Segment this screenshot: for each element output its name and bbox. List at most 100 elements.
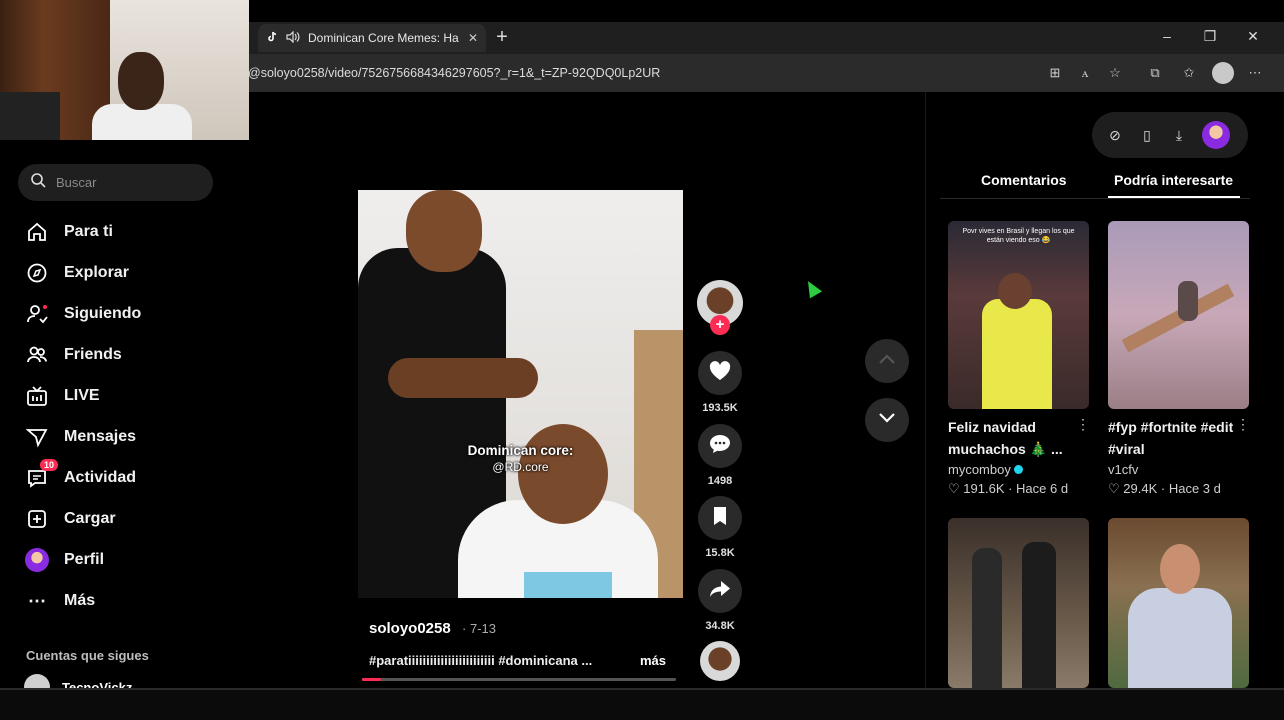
following-section-title: Cuentas que sigues: [26, 648, 149, 663]
video-caption-line: Dominican core:: [467, 443, 574, 458]
url-field[interactable]: @soloyo0258/video/7526756684346297605?_r…: [248, 66, 660, 80]
comment-count: 1498: [707, 475, 733, 487]
nav-item-mensajes[interactable]: Mensajes: [24, 424, 136, 450]
video-progress-bar[interactable]: [362, 678, 676, 681]
share-count: 34.8K: [705, 620, 735, 632]
restore-button[interactable]: ❐: [1200, 28, 1220, 45]
heart-icon: [709, 360, 731, 386]
like-button[interactable]: [698, 351, 742, 395]
messages-icon: [24, 424, 50, 450]
new-tab-button[interactable]: +: [492, 27, 512, 48]
search-icon: [30, 172, 46, 193]
card-age: Hace 6 d: [1016, 481, 1069, 496]
video-player[interactable]: Dominican core: @RD.core: [358, 190, 683, 598]
video-thumbnail[interactable]: Povr vives en Brasil y llegan los que es…: [948, 221, 1089, 409]
nav-label: LIVE: [64, 387, 100, 404]
heart-outline-icon: ♡: [948, 481, 960, 496]
card-menu-icon[interactable]: ⋮: [1076, 416, 1090, 433]
favorite-star-icon[interactable]: ☆: [1106, 64, 1124, 82]
activity-icon: 10: [24, 459, 59, 491]
card-title[interactable]: #fyp #fortnite #edit #viral: [1108, 416, 1236, 460]
profile-avatar: [24, 547, 50, 573]
follow-plus-button[interactable]: +: [710, 315, 730, 335]
verified-icon: [1013, 465, 1023, 474]
video-man-head: [406, 190, 482, 272]
thumbnail-figure: [1022, 542, 1056, 688]
tab-podria-interesarte[interactable]: Podría interesarte: [1114, 172, 1233, 188]
video-thumbnail[interactable]: [948, 518, 1089, 688]
upload-icon: [24, 506, 50, 532]
nav-item-live[interactable]: LIVE: [24, 383, 100, 409]
tab-close-icon[interactable]: ✕: [468, 31, 478, 45]
save-button[interactable]: [698, 496, 742, 540]
download-icon[interactable]: ⤓: [1170, 126, 1188, 144]
next-video-button[interactable]: [865, 398, 909, 442]
nav-item-friends[interactable]: Friends: [24, 342, 122, 368]
video-cup: [524, 572, 612, 598]
share-button[interactable]: [698, 569, 742, 613]
close-window-button[interactable]: ✕: [1243, 28, 1263, 45]
tab-comentarios[interactable]: Comentarios: [981, 172, 1067, 188]
nav-label: Siguiendo: [64, 305, 142, 322]
mouse-cursor: [801, 277, 823, 299]
nav-label: Explorar: [64, 264, 129, 281]
nav-item-explorar[interactable]: Explorar: [24, 260, 129, 286]
minimize-button[interactable]: –: [1157, 28, 1177, 44]
search-input[interactable]: Buscar: [18, 164, 213, 201]
card-menu-icon[interactable]: ⋮: [1236, 416, 1250, 433]
card-likes: 191.6K: [963, 481, 1005, 496]
nav-label: Más: [64, 592, 96, 609]
nav-item-siguiendo[interactable]: Siguiendo: [24, 301, 141, 327]
video-caption-handle: @RD.core: [492, 460, 549, 474]
video-thumbnail[interactable]: [1108, 518, 1249, 688]
thumbnail-figure: [1128, 588, 1232, 688]
compass-icon[interactable]: ⊘: [1106, 126, 1124, 144]
card-author-name: mycomboy: [948, 462, 1011, 477]
apps-icon[interactable]: ⊞: [1046, 64, 1064, 82]
tabs-divider: [940, 198, 1250, 199]
more-button[interactable]: más: [640, 653, 666, 668]
browser-profile-avatar[interactable]: [1212, 62, 1234, 84]
webcam-person-head: [118, 52, 164, 110]
read-aloud-icon[interactable]: ꭺ: [1076, 64, 1094, 82]
taskbar: [0, 688, 1284, 720]
nav-item-actividad[interactable]: 10 Actividad: [24, 459, 137, 491]
nav-label: Friends: [64, 346, 122, 363]
nav-item-cargar[interactable]: Cargar: [24, 506, 116, 532]
nav-item-mas[interactable]: ⋯ Más: [24, 588, 95, 614]
like-count: 193.5K: [702, 402, 738, 414]
user-avatar[interactable]: [1202, 121, 1230, 149]
thumbnail-figure-head: [1160, 544, 1200, 594]
video-progress-fill: [362, 678, 381, 681]
comment-button[interactable]: [698, 424, 742, 468]
sound-avatar[interactable]: [700, 641, 740, 681]
nav-item-perfil[interactable]: Perfil: [24, 547, 104, 573]
thumbnail-figure: [1178, 281, 1198, 321]
browser-tab[interactable]: Dominican Core Memes: Ha ✕: [258, 24, 486, 52]
thumbnail-figure-head: [998, 273, 1032, 309]
nav-label: Cargar: [64, 510, 116, 527]
compass-icon: [24, 260, 50, 286]
extensions-icon[interactable]: ⧉: [1146, 64, 1164, 82]
video-author[interactable]: soloyo0258: [369, 620, 451, 637]
chevron-down-icon: [878, 411, 896, 429]
friends-icon: [24, 342, 50, 368]
card-title[interactable]: Feliz navidad muchachos 🎄 ...: [948, 416, 1076, 460]
chevron-up-icon: [878, 352, 896, 370]
speaker-icon[interactable]: [286, 30, 300, 46]
following-icon: [24, 301, 50, 327]
heart-outline-icon: ♡: [1108, 481, 1120, 496]
mobile-icon[interactable]: ▯: [1138, 126, 1156, 144]
previous-video-button[interactable]: [865, 339, 909, 383]
video-thumbnail[interactable]: [1108, 221, 1249, 409]
nav-item-para-ti[interactable]: Para ti: [24, 219, 113, 245]
screen: Dominican Core Memes: Ha ✕ + – ❐ ✕ @solo…: [0, 0, 1284, 720]
nav-label: Actividad: [64, 469, 137, 486]
card-likes: 29.4K: [1123, 481, 1158, 496]
thumbnail-overlay-text: Povr vives en Brasil y llegan los que es…: [962, 228, 1075, 244]
card-author[interactable]: v1cfv: [1108, 462, 1138, 477]
favorites-icon[interactable]: ✩: [1180, 64, 1198, 82]
video-caption: Dominican core: @RD.core: [358, 442, 683, 476]
card-author[interactable]: mycomboy: [948, 462, 1023, 477]
browser-menu-icon[interactable]: ⋯: [1246, 64, 1264, 82]
